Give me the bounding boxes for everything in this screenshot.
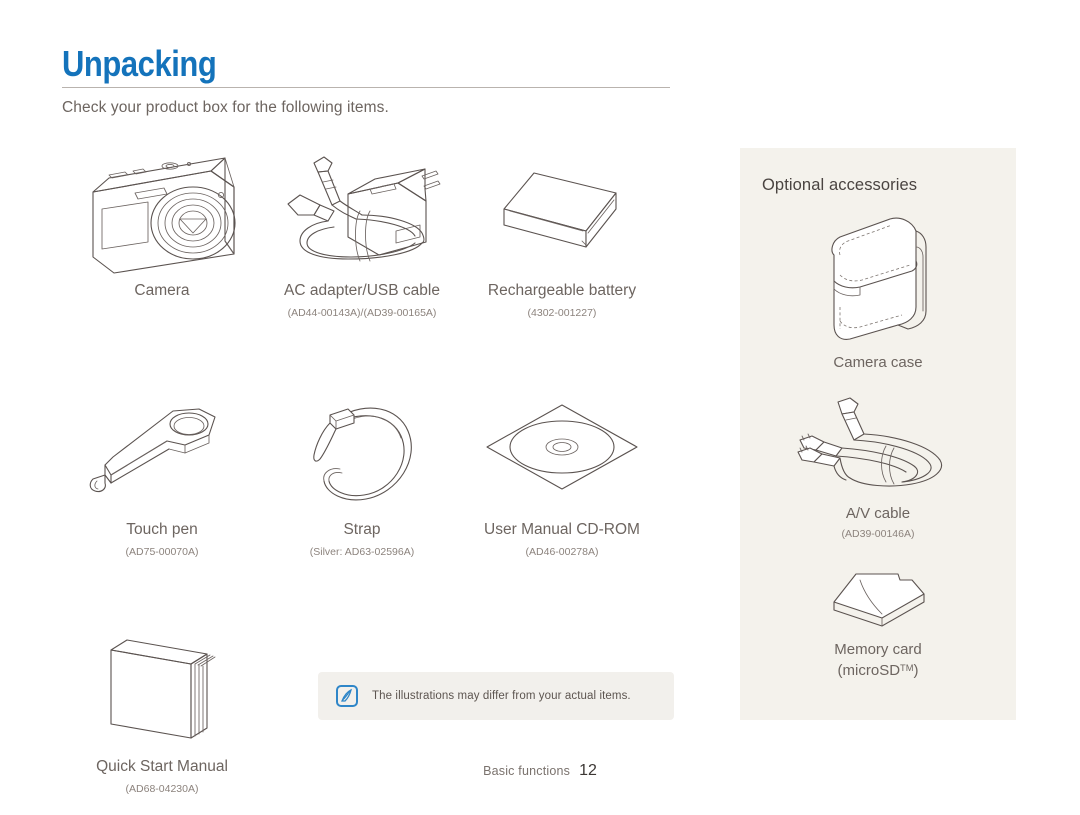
item-label: Rechargeable battery — [487, 282, 637, 299]
memory-card-paren-close: ) — [913, 661, 919, 679]
item-strap: Strap (Silver: AD63-02596A) — [262, 387, 462, 560]
strap-illustration — [262, 387, 462, 519]
item-code: (Silver: AD63-02596A) — [309, 546, 415, 558]
manual-illustration — [62, 624, 262, 756]
camera-illustration — [62, 148, 262, 280]
manual-page: Unpacking Check your product box for the… — [0, 0, 1080, 815]
note-pen-icon — [336, 685, 358, 707]
note-box: The illustrations may differ from your a… — [318, 672, 674, 720]
items-row-1: Camera AC adapter/USB cable (AD44-00143A… — [62, 148, 674, 321]
item-code: (4302-001227) — [527, 307, 597, 319]
accessory-memory-card: Memory card (microSDTM) — [740, 562, 1016, 680]
footer-section-label: Basic functions — [483, 764, 571, 778]
touch-pen-illustration — [62, 387, 262, 519]
optional-accessories-panel: Optional accessories Camera case A/V cab… — [740, 148, 1016, 720]
accessory-label-line2: (microSDTM) — [834, 659, 922, 680]
item-code: (AD44-00143A)/(AD39-00165A) — [287, 307, 437, 319]
battery-illustration — [462, 148, 662, 280]
accessory-camera-case: Camera case — [740, 209, 1016, 372]
microsd-card-illustration — [820, 562, 936, 636]
note-text: The illustrations may differ from your a… — [372, 690, 631, 702]
item-code: (AD75-00070A) — [125, 546, 199, 558]
cd-rom-illustration — [462, 387, 662, 519]
items-row-2: Touch pen (AD75-00070A) Strap (Silver: A… — [62, 387, 674, 560]
page-footer: Basic functions 12 — [0, 762, 1080, 780]
memory-card-type: (microSD — [837, 661, 901, 679]
item-label: AC adapter/USB cable — [284, 282, 440, 299]
item-label: User Manual CD-ROM — [484, 521, 640, 538]
item-user-manual-cd-rom: User Manual CD-ROM (AD46-00278A) — [462, 387, 662, 560]
accessory-label: A/V cable — [845, 505, 911, 522]
footer-page-number: 12 — [579, 762, 597, 779]
av-cable-illustration — [794, 394, 962, 498]
camera-case-illustration — [816, 209, 940, 349]
page-subtitle: Check your product box for the following… — [62, 99, 389, 116]
item-label: Touch pen — [126, 521, 198, 538]
trademark-symbol: TM — [900, 663, 914, 673]
item-camera: Camera — [62, 148, 262, 321]
item-code: (AD68-04230A) — [125, 783, 199, 795]
accessory-label: Memory card (microSDTM) — [834, 640, 922, 680]
title-divider — [62, 87, 670, 88]
accessory-label-line1: Memory card — [834, 641, 922, 658]
accessory-label: Camera case — [833, 354, 923, 371]
item-ac-adapter-usb-cable: AC adapter/USB cable (AD44-00143A)/(AD39… — [262, 148, 462, 321]
page-header: Unpacking Check your product box for the… — [62, 44, 674, 117]
item-label: Camera — [134, 282, 190, 299]
page-title: Unpacking — [62, 43, 217, 84]
accessory-code: (AD39-00146A) — [841, 528, 915, 540]
accessory-av-cable: A/V cable (AD39-00146A) — [740, 394, 1016, 540]
item-rechargeable-battery: Rechargeable battery (4302-001227) — [462, 148, 662, 321]
item-touch-pen: Touch pen (AD75-00070A) — [62, 387, 262, 560]
ac-adapter-illustration — [262, 148, 462, 280]
item-label: Strap — [343, 521, 381, 538]
item-code: (AD46-00278A) — [525, 546, 599, 558]
sidebar-title: Optional accessories — [762, 176, 918, 194]
